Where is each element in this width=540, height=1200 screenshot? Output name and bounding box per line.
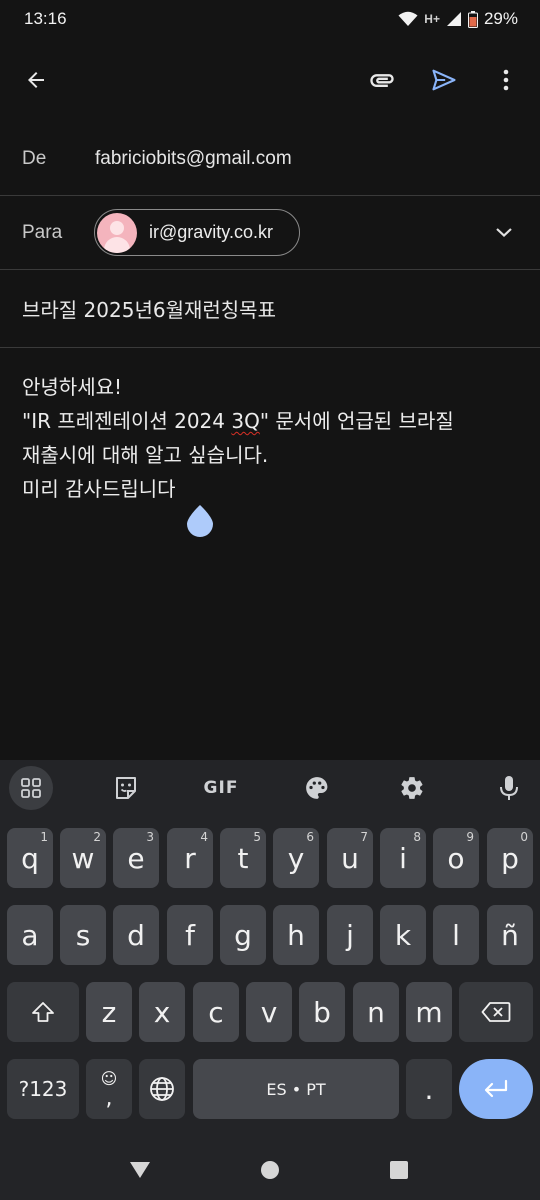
- status-bar: 13:16 H+ 29%: [0, 0, 540, 38]
- key-b[interactable]: b: [299, 982, 345, 1042]
- key-j[interactable]: j: [327, 905, 373, 965]
- keyboard-toolbar: GIF: [0, 760, 540, 816]
- key-m[interactable]: m: [406, 982, 452, 1042]
- key-n-tilde[interactable]: ñ: [487, 905, 533, 965]
- body-line: 안녕하세요!: [22, 375, 123, 399]
- body-line-text: " 문서에 언급된 브라질: [259, 409, 454, 433]
- spellcheck-word[interactable]: 3Q: [231, 409, 259, 433]
- subject-field[interactable]: 브라질 2025년6월재런칭목표: [22, 294, 276, 323]
- recents-square-icon: [390, 1161, 408, 1179]
- back-button[interactable]: [18, 62, 54, 98]
- message-body[interactable]: 안녕하세요! "IR 프레젠테이션 2024 3Q" 문서에 언급된 브라질 재…: [22, 370, 522, 506]
- key-l[interactable]: l: [433, 905, 479, 965]
- compose-toolbar: [0, 48, 540, 112]
- enter-icon: [484, 1079, 508, 1098]
- key-y[interactable]: y6: [273, 828, 319, 888]
- body-line-text: "IR 프레젠테이션 2024: [22, 409, 232, 433]
- soft-keyboard: GIF q1 w2 e3 r4 t5 y6 u7 i8 o9 p0 a s d …: [0, 760, 540, 1140]
- key-w[interactable]: w2: [60, 828, 106, 888]
- enter-key[interactable]: [459, 1059, 533, 1119]
- language-key[interactable]: [139, 1059, 185, 1119]
- status-icons: H+ 29%: [398, 9, 518, 29]
- globe-icon: [150, 1077, 174, 1101]
- attach-button[interactable]: [364, 62, 400, 98]
- key-s[interactable]: s: [60, 905, 106, 965]
- system-nav-bar: [0, 1140, 540, 1200]
- backspace-key[interactable]: [459, 982, 533, 1042]
- body-line: 미리 감사드립니다: [22, 477, 176, 501]
- arrow-left-icon: [28, 72, 44, 88]
- shift-icon: [32, 1002, 54, 1022]
- key-f[interactable]: f: [167, 905, 213, 965]
- recipient-chip[interactable]: ir@gravity.co.kr: [94, 209, 300, 256]
- key-p[interactable]: p0: [487, 828, 533, 888]
- chevron-down-icon: [496, 228, 512, 238]
- apps-grid-icon: [21, 778, 41, 798]
- key-d[interactable]: d: [113, 905, 159, 965]
- period-key[interactable]: .: [406, 1059, 452, 1119]
- backspace-icon: [481, 1002, 511, 1022]
- sticker-button[interactable]: [104, 766, 148, 810]
- avatar: [97, 212, 137, 253]
- nav-home-button[interactable]: [254, 1154, 286, 1186]
- key-a[interactable]: a: [7, 905, 53, 965]
- key-h[interactable]: h: [273, 905, 319, 965]
- key-g[interactable]: g: [220, 905, 266, 965]
- key-k[interactable]: k: [380, 905, 426, 965]
- from-label: De: [22, 148, 47, 169]
- signal-icon: [446, 12, 461, 26]
- from-row[interactable]: De fabriciobits@gmail.com: [0, 124, 540, 196]
- battery-icon: [467, 10, 478, 28]
- palette-icon: [306, 777, 328, 799]
- battery-percent: 29%: [483, 9, 518, 28]
- paperclip-icon: [370, 74, 394, 87]
- key-x[interactable]: x: [139, 982, 185, 1042]
- key-n[interactable]: n: [353, 982, 399, 1042]
- key-e[interactable]: e3: [113, 828, 159, 888]
- shift-key[interactable]: [7, 982, 79, 1042]
- network-type: H+: [424, 12, 440, 26]
- key-u[interactable]: u7: [327, 828, 373, 888]
- key-i[interactable]: i8: [380, 828, 426, 888]
- home-circle-icon: [261, 1161, 279, 1179]
- send-button[interactable]: [426, 62, 462, 98]
- gif-button[interactable]: GIF: [199, 766, 243, 810]
- to-label: Para: [22, 222, 63, 243]
- comma-emoji-key[interactable]: ☺ ,: [86, 1059, 132, 1119]
- key-t[interactable]: t5: [220, 828, 266, 888]
- to-row[interactable]: Para ir@gravity.co.kr: [0, 196, 540, 270]
- from-account[interactable]: fabriciobits@gmail.com: [95, 148, 292, 170]
- key-q[interactable]: q1: [7, 828, 53, 888]
- voice-input-button[interactable]: [487, 766, 531, 810]
- status-time: 13:16: [24, 9, 67, 28]
- space-key[interactable]: ES • PT: [193, 1059, 399, 1119]
- nav-recents-button[interactable]: [383, 1154, 415, 1186]
- sticker-icon: [116, 777, 136, 799]
- key-o[interactable]: o9: [433, 828, 479, 888]
- key-z[interactable]: z: [86, 982, 132, 1042]
- body-line: "IR 프레젠테이션 2024 3Q" 문서에 언급된 브라질: [22, 404, 522, 438]
- symbols-key[interactable]: ?123: [7, 1059, 79, 1119]
- keyboard-settings-button[interactable]: [390, 766, 434, 810]
- more-options-button[interactable]: [488, 62, 524, 98]
- send-icon: [432, 69, 456, 91]
- back-triangle-icon: [130, 1162, 150, 1178]
- theme-button[interactable]: [295, 766, 339, 810]
- recipient-email: ir@gravity.co.kr: [149, 222, 273, 242]
- key-v[interactable]: v: [246, 982, 292, 1042]
- subject-row[interactable]: 브라질 2025년6월재런칭목표: [0, 270, 540, 348]
- key-c[interactable]: c: [193, 982, 239, 1042]
- mic-icon: [500, 776, 518, 800]
- wifi-icon: [398, 11, 418, 26]
- settings-icon: [401, 777, 423, 799]
- more-vert-icon: [503, 69, 509, 91]
- nav-back-button[interactable]: [124, 1154, 156, 1186]
- body-line: 재출시에 대해 알고 싶습니다.: [22, 443, 269, 467]
- expand-recipients-button[interactable]: [488, 216, 520, 248]
- apps-grid-button[interactable]: [9, 766, 53, 810]
- text-cursor-handle[interactable]: [187, 505, 213, 537]
- key-r[interactable]: r4: [167, 828, 213, 888]
